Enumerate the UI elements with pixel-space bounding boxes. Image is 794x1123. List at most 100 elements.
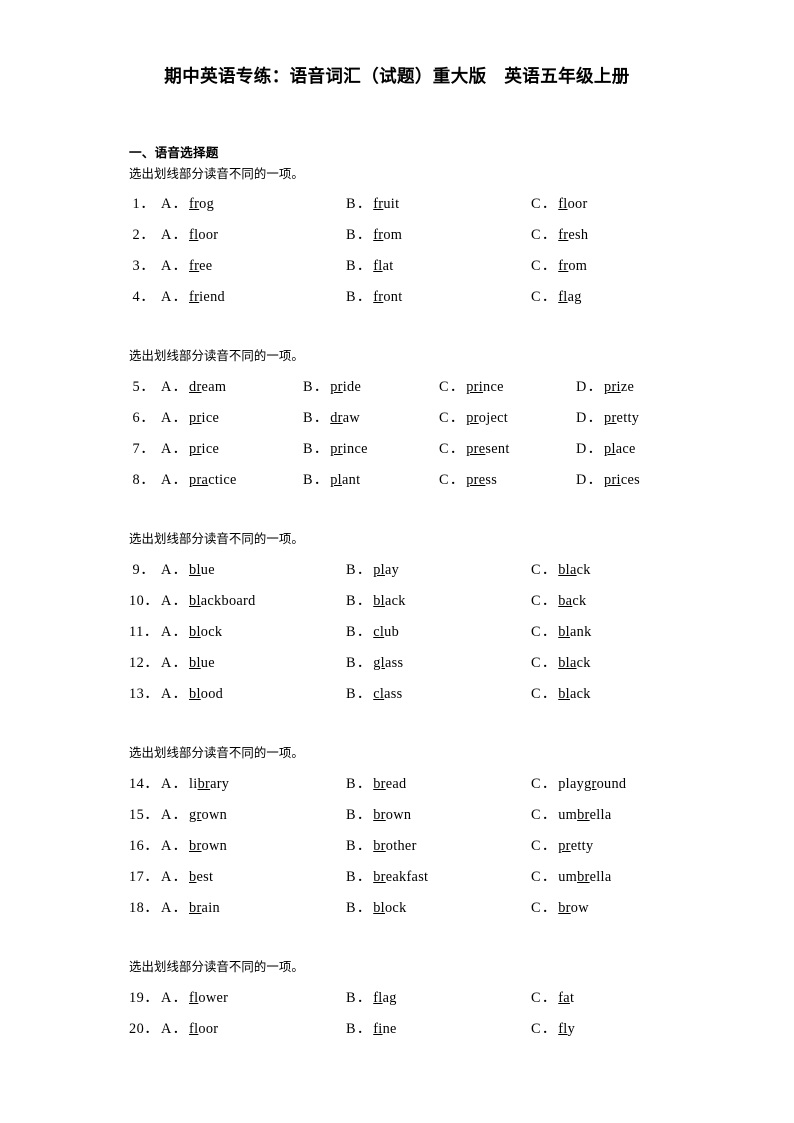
option-word: umbrella xyxy=(558,807,611,823)
option-c[interactable]: C．brow xyxy=(531,896,716,917)
option-c[interactable]: C．floor xyxy=(531,192,716,213)
option-b[interactable]: B．bread xyxy=(346,772,531,793)
option-a[interactable]: A．price xyxy=(161,437,303,458)
option-c[interactable]: C．fly xyxy=(531,1017,716,1038)
option-b[interactable]: B．glass xyxy=(346,651,531,672)
option-b[interactable]: B．black xyxy=(346,589,531,610)
option-c[interactable]: C．project xyxy=(439,406,576,427)
word-rest: t xyxy=(569,990,575,1006)
option-word: block xyxy=(373,900,406,916)
option-a[interactable]: A．block xyxy=(161,620,346,641)
option-b[interactable]: B．fine xyxy=(346,1017,531,1038)
option-label: A． xyxy=(161,990,189,1006)
option-c[interactable]: C．black xyxy=(531,651,716,672)
option-b[interactable]: B．club xyxy=(346,620,531,641)
question-group: 选出划线部分读音不同的一项。 5． A．dream B．pride C．prince D．… xyxy=(129,346,729,499)
option-a[interactable]: A．floor xyxy=(161,1017,346,1038)
option-a[interactable]: A．blue xyxy=(161,651,346,672)
option-c[interactable]: C．playground xyxy=(531,772,716,793)
question-row: 12． A．blue B．glass C．black xyxy=(129,651,729,682)
word-prefix: um xyxy=(558,869,578,885)
option-d[interactable]: D．prize xyxy=(576,375,713,396)
option-d[interactable]: D．pretty xyxy=(576,406,713,427)
option-a[interactable]: A．blood xyxy=(161,682,346,703)
option-b[interactable]: B．flag xyxy=(346,986,531,1007)
option-c[interactable]: C．present xyxy=(439,437,576,458)
underlined-part: pre xyxy=(466,441,486,457)
option-b[interactable]: B．from xyxy=(346,223,531,244)
question-number: 13． xyxy=(129,686,160,702)
option-d[interactable]: D．place xyxy=(576,437,713,458)
option-c[interactable]: C．back xyxy=(531,589,716,610)
option-c[interactable]: C．pretty xyxy=(531,834,716,855)
option-c[interactable]: C．fat xyxy=(531,986,716,1007)
option-word: prince xyxy=(330,441,368,457)
option-a[interactable]: A．price xyxy=(161,406,303,427)
option-a[interactable]: A．library xyxy=(161,772,346,793)
option-b[interactable]: B．flat xyxy=(346,254,531,275)
option-label: C． xyxy=(531,227,558,243)
word-rest: ces xyxy=(620,472,640,488)
option-word: friend xyxy=(189,289,225,305)
option-c[interactable]: C．from xyxy=(531,254,716,275)
option-b[interactable]: B．prince xyxy=(303,437,439,458)
option-c[interactable]: C．black xyxy=(531,558,716,579)
word-rest: ctice xyxy=(208,472,237,488)
option-c[interactable]: C．prince xyxy=(439,375,576,396)
option-a[interactable]: A．best xyxy=(161,865,346,886)
option-a[interactable]: A．flower xyxy=(161,986,346,1007)
option-a[interactable]: A．free xyxy=(161,254,346,275)
option-label: A． xyxy=(161,900,189,916)
option-a[interactable]: A．friend xyxy=(161,285,346,306)
option-c[interactable]: C．fresh xyxy=(531,223,716,244)
option-a[interactable]: A．floor xyxy=(161,223,346,244)
question-row: 19． A．flower B．flag C．fat xyxy=(129,986,729,1017)
option-label: B． xyxy=(346,776,373,792)
option-b[interactable]: B．block xyxy=(346,896,531,917)
option-b[interactable]: B．front xyxy=(346,285,531,306)
option-c[interactable]: C．press xyxy=(439,468,576,489)
option-b[interactable]: B．pride xyxy=(303,375,439,396)
option-label: C． xyxy=(531,258,558,274)
word-rest: ower xyxy=(198,990,229,1006)
option-word: best xyxy=(189,869,213,885)
option-word: class xyxy=(373,686,402,702)
option-a[interactable]: A．blackboard xyxy=(161,589,346,610)
option-a[interactable]: A．practice xyxy=(161,468,303,489)
question-number: 9． xyxy=(132,562,155,578)
word-rest: ack xyxy=(384,593,406,609)
option-b[interactable]: B．brown xyxy=(346,803,531,824)
word-rest: ince xyxy=(342,441,368,457)
underlined-part: pr xyxy=(558,838,571,854)
option-a[interactable]: A．grown xyxy=(161,803,346,824)
option-a[interactable]: A．brown xyxy=(161,834,346,855)
option-a[interactable]: A．brain xyxy=(161,896,346,917)
question-list: 5． A．dream B．pride C．prince D．prize 6． A．price… xyxy=(129,375,729,499)
option-c[interactable]: C．umbrella xyxy=(531,803,716,824)
option-b[interactable]: B．play xyxy=(346,558,531,579)
option-word: blood xyxy=(189,686,223,702)
option-b[interactable]: B．class xyxy=(346,682,531,703)
option-d[interactable]: D．prices xyxy=(576,468,713,489)
option-b[interactable]: B．breakfast xyxy=(346,865,531,886)
underlined-part: pr xyxy=(189,410,202,426)
question-number: 19． xyxy=(129,990,160,1006)
option-a[interactable]: A．dream xyxy=(161,375,303,396)
option-c[interactable]: C．blank xyxy=(531,620,716,641)
option-label: B． xyxy=(346,258,373,274)
option-label: A． xyxy=(161,441,189,457)
option-word: club xyxy=(373,624,399,640)
option-label: B． xyxy=(346,807,373,823)
option-c[interactable]: C．black xyxy=(531,682,716,703)
option-b[interactable]: B．brother xyxy=(346,834,531,855)
word-rest: sent xyxy=(485,441,510,457)
option-b[interactable]: B．fruit xyxy=(346,192,531,213)
option-a[interactable]: A．blue xyxy=(161,558,346,579)
option-a[interactable]: A．frog xyxy=(161,192,346,213)
option-c[interactable]: C．flag xyxy=(531,285,716,306)
option-label: C． xyxy=(531,624,558,640)
option-b[interactable]: B．plant xyxy=(303,468,439,489)
option-b[interactable]: B．draw xyxy=(303,406,439,427)
word-prefix: li xyxy=(189,776,198,792)
option-c[interactable]: C．umbrella xyxy=(531,865,716,886)
